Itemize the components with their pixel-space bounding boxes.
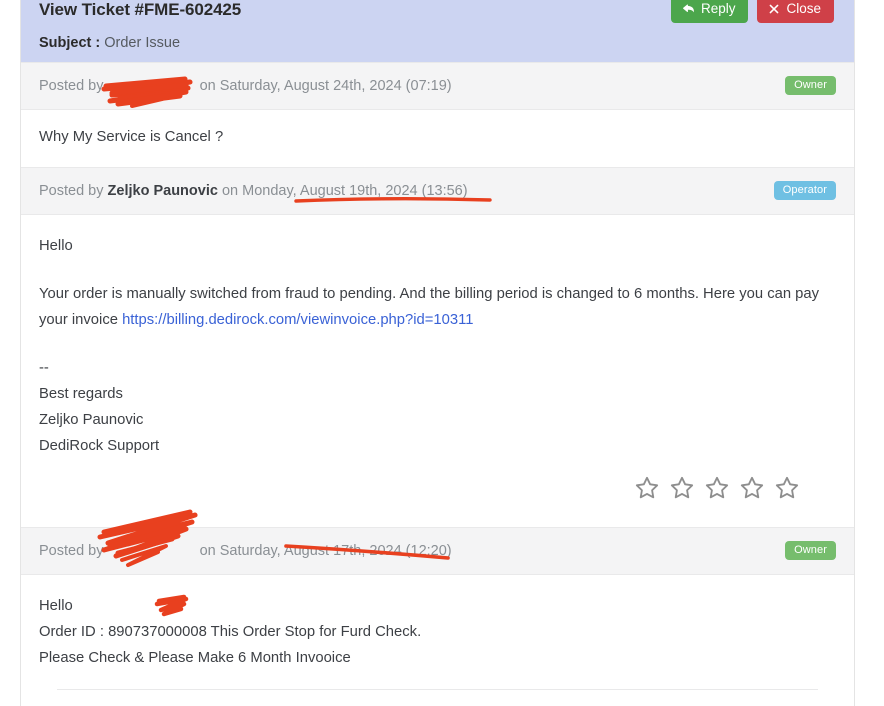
post-meta-suffix: on Saturday, August 17th, 2024 (12:20) [199, 543, 452, 559]
post-body: Hello Your order is manually switched fr… [21, 215, 854, 527]
post-meta: Posted by on Saturday, August 17th, 2024… [39, 541, 836, 561]
post-line: Hello [39, 238, 73, 254]
status-badge: Owner [785, 76, 836, 95]
post-meta-suffix: on Saturday, August 24th, 2024 (07:19) [199, 78, 452, 94]
post-header: Posted by Zeljko Paunovic on Monday, Aug… [21, 167, 854, 215]
post-line: Order ID : 890737000008 This Order Stop … [39, 624, 422, 640]
star-icon[interactable] [634, 475, 660, 501]
post-body: Why My Service is Cancel ? [21, 110, 854, 167]
subject-value: Order Issue [104, 35, 181, 51]
invoice-link[interactable]: https://billing.dedirock.com/viewinvoice… [122, 312, 473, 328]
status-badge: Operator [773, 181, 836, 200]
post-header: Posted by on Saturday, August 24th, 2024… [21, 62, 854, 110]
reply-button-label: Reply [700, 1, 736, 16]
post-author-redacted [108, 79, 196, 92]
post-author-redacted [108, 544, 196, 557]
post-meta-suffix: on Monday, August 19th, 2024 (13:56) [221, 183, 468, 199]
close-button-label: Close [786, 1, 821, 16]
post-meta: Posted by Zeljko Paunovic on Monday, Aug… [39, 181, 836, 201]
post-line: Hello [39, 598, 73, 614]
post-line: Zeljko Paunovic [39, 412, 144, 428]
post-divider [57, 689, 818, 690]
post-body: Hello Order ID : 890737000008 This Order… [21, 575, 854, 706]
post-meta: Posted by on Saturday, August 24th, 2024… [39, 76, 836, 96]
post-author: Zeljko Paunovic [107, 183, 218, 199]
rating-widget[interactable] [39, 459, 836, 511]
star-icon[interactable] [774, 475, 800, 501]
post-header: Posted by on Saturday, August 17th, 2024… [21, 527, 854, 575]
subject-label: Subject : [39, 35, 101, 51]
reply-button[interactable]: Reply [670, 0, 749, 23]
star-icon[interactable] [739, 475, 765, 501]
ticket-card: View Ticket #FME-602425 Subject : Order … [20, 0, 855, 706]
post-line: DediRock Support [39, 438, 160, 454]
post-line: Please Check & Please Make 6 Month Invoo… [39, 650, 351, 666]
post-signature-dashes: -- [39, 360, 49, 376]
reply-arrow-icon [682, 2, 695, 15]
ticket-subject: Subject : Order Issue [39, 34, 836, 52]
close-x-icon [768, 3, 780, 15]
post-meta-prefix: Posted by [39, 78, 104, 94]
ticket-header: View Ticket #FME-602425 Subject : Order … [21, 0, 854, 62]
post-meta-prefix: Posted by [39, 183, 104, 199]
star-icon[interactable] [704, 475, 730, 501]
page-root: View Ticket #FME-602425 Subject : Order … [0, 0, 884, 706]
status-badge: Owner [785, 541, 836, 560]
post-line: Best regards [39, 386, 123, 402]
post-line: Your order is manually switched from fra… [39, 281, 836, 333]
post-meta-prefix: Posted by [39, 543, 104, 559]
post-line: Why My Service is Cancel ? [39, 129, 224, 145]
star-icon[interactable] [669, 475, 695, 501]
header-actions: Reply Close [670, 0, 834, 23]
close-button[interactable]: Close [757, 0, 834, 23]
